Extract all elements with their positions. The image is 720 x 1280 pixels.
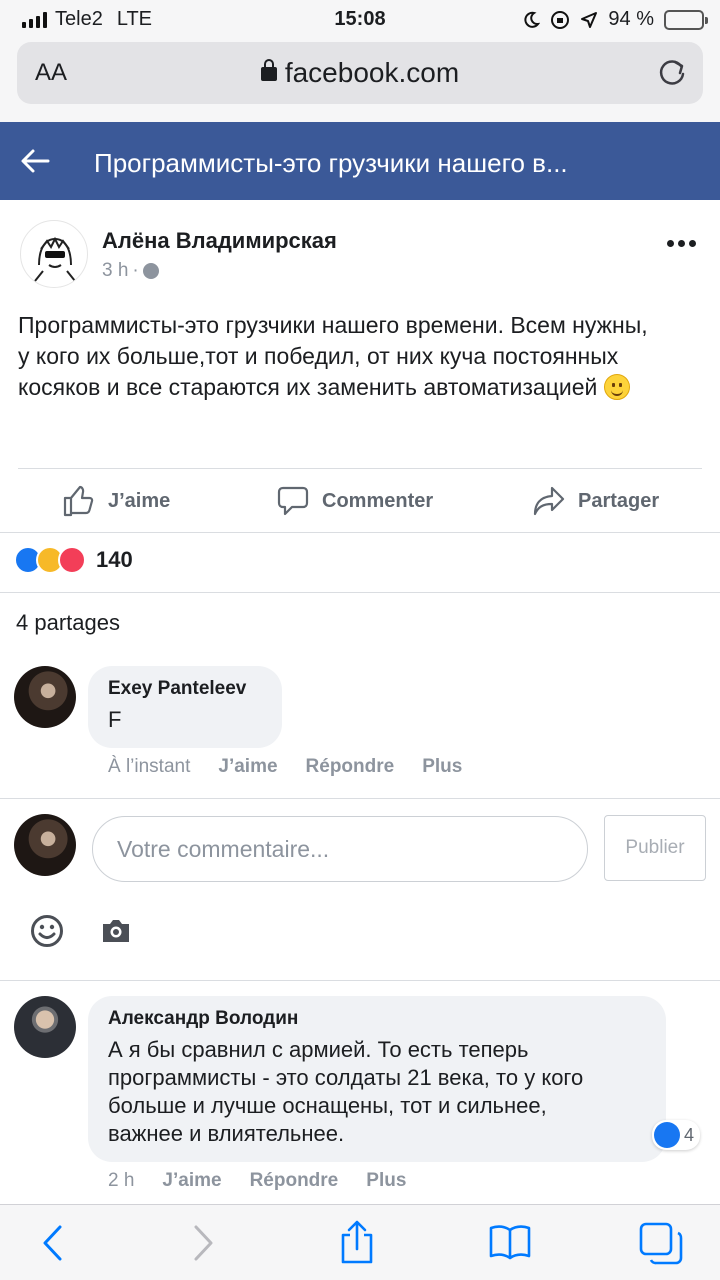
reaction-count: 140 bbox=[96, 547, 133, 572]
like-icon bbox=[63, 485, 94, 517]
bookmarks-icon[interactable] bbox=[488, 1223, 532, 1261]
more-icon[interactable] bbox=[667, 240, 696, 247]
moon-icon bbox=[524, 11, 541, 28]
love-reaction-icon bbox=[58, 546, 86, 574]
comment-like-button[interactable]: J’aime bbox=[162, 1170, 221, 1192]
reload-icon[interactable] bbox=[657, 56, 687, 88]
status-bar: Tele2 LTE 15:08 94 % bbox=[0, 6, 720, 34]
browser-toolbar bbox=[0, 1204, 720, 1280]
post-actions: J’aime Commenter Partager bbox=[0, 468, 720, 532]
comment-button[interactable]: Commenter bbox=[276, 484, 433, 518]
publish-button[interactable]: Publier bbox=[604, 815, 706, 881]
comment-time: À l’instant bbox=[108, 756, 191, 777]
comment-input[interactable] bbox=[92, 816, 588, 882]
comment-more-button[interactable]: Plus bbox=[422, 756, 462, 778]
comment-author[interactable]: Александр Володин bbox=[108, 1008, 646, 1030]
comment-reply-button[interactable]: Répondre bbox=[306, 756, 395, 778]
comment-like-badge[interactable]: 4 bbox=[652, 1120, 701, 1150]
comment-like-count: 4 bbox=[684, 1124, 695, 1145]
share-button[interactable]: Partager bbox=[532, 484, 659, 518]
screen: Tele2 LTE 15:08 94 % AA facebook.com Про… bbox=[0, 0, 720, 1280]
share-sheet-icon[interactable] bbox=[338, 1219, 376, 1265]
comment-bubble: Александр Володин А я бы сравнил с армие… bbox=[88, 996, 666, 1162]
comment-more-button[interactable]: Plus bbox=[366, 1170, 406, 1192]
divider bbox=[0, 532, 720, 533]
share-label: Partager bbox=[578, 489, 660, 512]
post-body: Программисты-это грузчики нашего времени… bbox=[18, 312, 648, 400]
avatar[interactable] bbox=[14, 666, 76, 728]
globe-icon bbox=[142, 263, 159, 279]
divider bbox=[0, 980, 720, 981]
divider bbox=[0, 798, 720, 799]
browser-forward-icon[interactable] bbox=[190, 1223, 216, 1263]
author-avatar[interactable] bbox=[20, 220, 88, 288]
browser-top-bar: Tele2 LTE 15:08 94 % AA facebook.com bbox=[0, 0, 720, 122]
emoji-icon[interactable] bbox=[30, 914, 64, 948]
orientation-lock-icon bbox=[551, 10, 570, 29]
post-meta: 3 h · bbox=[102, 260, 159, 282]
smile-emoji-icon bbox=[603, 374, 630, 400]
comment-author[interactable]: Exey Panteleev bbox=[108, 678, 262, 700]
domain-label: facebook.com bbox=[284, 57, 460, 88]
battery-icon bbox=[664, 9, 708, 30]
comment-like-button[interactable]: J’aime bbox=[218, 756, 277, 778]
page-title: Программисты-это грузчики нашего в... bbox=[94, 148, 568, 178]
post-author[interactable]: Алёна Владимирская bbox=[102, 228, 337, 254]
divider bbox=[0, 592, 720, 593]
share-icon bbox=[533, 486, 565, 516]
battery-percent: 94 % bbox=[608, 8, 654, 30]
comment-bubble: Exey Panteleev F bbox=[88, 666, 282, 748]
location-icon bbox=[581, 11, 598, 28]
url-display[interactable]: facebook.com bbox=[17, 57, 703, 89]
comment-label: Commenter bbox=[322, 489, 434, 512]
like-reaction-icon bbox=[654, 1122, 680, 1148]
like-button[interactable]: J’aime bbox=[62, 484, 170, 518]
reactions-summary[interactable]: 140 bbox=[14, 546, 133, 574]
post-time[interactable]: 3 h bbox=[102, 260, 128, 282]
avatar bbox=[14, 814, 76, 876]
comment-meta: À l’instant J’aime Répondre Plus bbox=[108, 756, 462, 778]
comment-meta: 2 h J’aime Répondre Plus bbox=[108, 1170, 406, 1192]
comment-reply-button[interactable]: Répondre bbox=[250, 1170, 339, 1192]
back-arrow-icon[interactable] bbox=[20, 148, 50, 174]
like-label: J’aime bbox=[108, 489, 171, 512]
page-header: Программисты-это грузчики нашего в... bbox=[0, 122, 720, 200]
lock-icon bbox=[260, 59, 277, 81]
comment-time: 2 h bbox=[108, 1170, 135, 1191]
avatar[interactable] bbox=[14, 996, 76, 1058]
address-bar[interactable]: AA facebook.com bbox=[17, 42, 703, 104]
camera-icon[interactable] bbox=[100, 918, 132, 944]
comment-text: А я бы сравнил с армией. То есть теперь … bbox=[108, 1037, 584, 1146]
shares-count[interactable]: 4 partages bbox=[16, 610, 120, 636]
tabs-icon[interactable] bbox=[638, 1221, 684, 1265]
post-text: Программисты-это грузчики нашего времени… bbox=[18, 310, 658, 403]
meta-separator: · bbox=[132, 260, 139, 281]
comment-text: F bbox=[108, 707, 122, 732]
comment-icon bbox=[277, 486, 309, 516]
browser-back-icon[interactable] bbox=[40, 1223, 66, 1263]
